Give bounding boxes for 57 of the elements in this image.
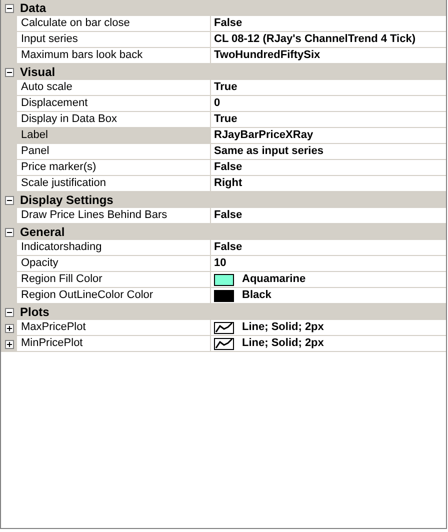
property-name[interactable]: Indicatorshading [17, 240, 210, 256]
line-chart-icon [214, 322, 234, 334]
expand-icon[interactable] [4, 324, 14, 332]
property-value[interactable]: False [214, 240, 242, 255]
collapse-icon[interactable] [4, 308, 14, 316]
category-header[interactable]: Display Settings [1, 192, 446, 208]
row-margin [1, 80, 17, 96]
property-name[interactable]: Auto scale [17, 80, 210, 96]
row-margin [1, 208, 17, 224]
category-header[interactable]: Plots [1, 304, 446, 320]
category-label: Data [19, 0, 46, 16]
collapse-icon[interactable] [4, 228, 14, 236]
property-value[interactable]: False [214, 16, 242, 31]
collapse-icon[interactable] [4, 4, 14, 12]
property-value[interactable]: False [214, 160, 242, 175]
property-value[interactable]: RJayBarPriceXRay [214, 128, 314, 143]
row-margin [1, 240, 17, 256]
property-value[interactable]: Aquamarine [242, 272, 306, 287]
property-value[interactable]: True [214, 80, 238, 95]
property-value[interactable]: CL 08-12 (RJay's ChannelTrend 4 Tick) [214, 32, 416, 47]
category-header[interactable]: General [1, 224, 446, 240]
property-value[interactable]: False [214, 208, 242, 223]
property-name[interactable]: MaxPricePlot [17, 320, 210, 336]
property-name[interactable]: Opacity [17, 256, 210, 272]
category-header[interactable]: Visual [1, 64, 446, 80]
category-header[interactable]: Data [1, 0, 446, 16]
property-value[interactable]: 0 [214, 96, 220, 111]
property-value[interactable]: 10 [214, 256, 226, 271]
collapse-icon[interactable] [4, 196, 14, 204]
property-value[interactable]: Line; Solid; 2px [242, 320, 324, 335]
property-name[interactable]: Panel [17, 144, 210, 160]
property-value[interactable]: Same as input series [214, 144, 324, 159]
expand-icon[interactable] [4, 340, 14, 348]
property-name[interactable]: Display in Data Box [17, 112, 210, 128]
property-name[interactable]: Calculate on bar close [17, 16, 210, 32]
property-name[interactable]: Scale justification [17, 176, 210, 192]
property-value[interactable]: TwoHundredFiftySix [214, 48, 320, 63]
row-margin [1, 16, 17, 32]
property-value[interactable]: Right [214, 176, 242, 191]
property-name[interactable]: Displacement [17, 96, 210, 112]
collapse-icon[interactable] [4, 68, 14, 76]
property-name[interactable]: Price marker(s) [17, 160, 210, 176]
property-value[interactable]: Black [242, 288, 272, 303]
property-name[interactable]: Input series [17, 32, 210, 48]
property-name[interactable]: Maximum bars look back [17, 48, 210, 64]
line-chart-icon [214, 338, 234, 350]
property-name[interactable]: Region Fill Color [17, 272, 210, 288]
category-label: Visual [19, 64, 56, 80]
property-value[interactable]: True [214, 112, 238, 127]
category-label: Display Settings [19, 192, 114, 208]
property-name[interactable]: Label [17, 128, 210, 144]
category-label: Plots [19, 304, 50, 320]
category-label: General [19, 224, 65, 240]
property-value[interactable]: Line; Solid; 2px [242, 336, 324, 351]
property-name[interactable]: Draw Price Lines Behind Bars [17, 208, 210, 224]
property-name[interactable]: MinPricePlot [17, 336, 210, 352]
property-name[interactable]: Region OutLineColor Color [17, 288, 210, 304]
